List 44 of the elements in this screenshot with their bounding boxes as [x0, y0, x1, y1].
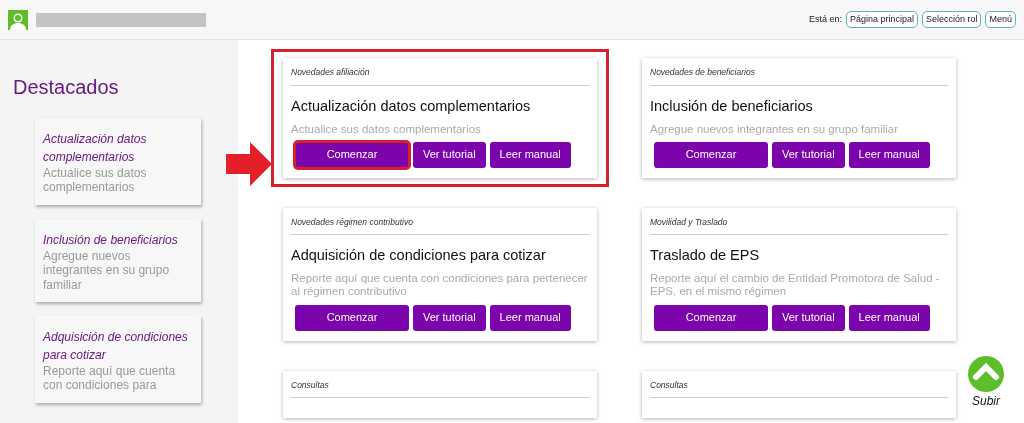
card-category: Novedades de beneficiarios: [650, 66, 948, 86]
scroll-up-label[interactable]: Subir: [972, 392, 1000, 410]
sidebar-card[interactable]: Adquisición de condiciones para cotizar Reporte aquí que cuenta con condiciones para: [35, 315, 201, 403]
sidebar-card-title: Actualización datos complementarios: [43, 131, 148, 166]
card-category: Consultas: [650, 378, 948, 399]
sidebar-card[interactable]: Actualización datos complementarios Actualice sus datos complementarios: [35, 118, 201, 205]
user-avatar-icon: [8, 9, 28, 30]
sidebar-card-description: Agregue nuevos integrantes en su grupo familiar: [43, 248, 171, 292]
card-description: Agregue nuevos integrantes en su grupo familiar: [650, 122, 900, 136]
tutorial-button[interactable]: Ver tutorial: [413, 304, 486, 331]
tutorial-button[interactable]: Ver tutorial: [772, 141, 845, 168]
manual-button[interactable]: Leer manual: [848, 304, 930, 331]
arrow-icon: [226, 142, 272, 186]
card-category: Consultas: [291, 378, 589, 399]
card-description: Reporte aquí que cuenta con condiciones para pertenecer al régimen contributivo: [291, 272, 589, 299]
manual-button[interactable]: Leer manual: [489, 141, 571, 168]
card-category: Novedades afiliación: [291, 66, 589, 86]
card-category: Movilidad y Traslado: [650, 215, 948, 236]
sidebar-card[interactable]: Inclusión de beneficiarios Agregue nuevos integrantes en su grupo familiar: [35, 218, 201, 302]
sidebar-card-description: Actualice sus datos complementarios: [43, 166, 148, 195]
card-title: Actualización datos complementarios: [291, 96, 532, 116]
tutorial-button[interactable]: Ver tutorial: [413, 141, 486, 168]
start-button[interactable]: Comenzar: [295, 304, 409, 331]
breadcrumb-link[interactable]: Menú: [985, 10, 1016, 29]
card-description: Reporte aquí el cambio de Entidad Promotora de Salud - EPS, en el mismo régimen: [650, 272, 941, 299]
tutorial-button[interactable]: Ver tutorial: [772, 304, 845, 331]
scroll-up-icon[interactable]: [968, 356, 1004, 392]
start-button[interactable]: Comenzar: [654, 141, 768, 168]
start-button[interactable]: Comenzar: [654, 304, 768, 331]
card-description: Actualice sus datos complementarios: [291, 122, 482, 136]
manual-button[interactable]: Leer manual: [848, 141, 930, 168]
card-title: Adquisición de condiciones para cotizar: [291, 246, 547, 266]
sidebar-card-description: Reporte aquí que cuenta con condiciones para: [43, 363, 177, 393]
breadcrumb-link[interactable]: Selección rol: [921, 10, 982, 29]
sidebar-card-title: Adquisición de condiciones para cotizar: [43, 328, 189, 364]
sidebar-card-title: Inclusión de beneficiarios: [43, 231, 179, 249]
breadcrumb-label: Está en:: [808, 12, 842, 26]
breadcrumb-link[interactable]: Página principal: [845, 10, 918, 29]
sidebar-title: Destacados: [13, 75, 120, 100]
card-title: Traslado de EPS: [650, 246, 761, 266]
manual-button[interactable]: Leer manual: [489, 304, 571, 331]
start-button[interactable]: Comenzar: [295, 141, 409, 168]
card-category: Novedades régimen contributivo: [291, 215, 589, 236]
card-title: Inclusión de beneficiarios: [650, 96, 814, 116]
